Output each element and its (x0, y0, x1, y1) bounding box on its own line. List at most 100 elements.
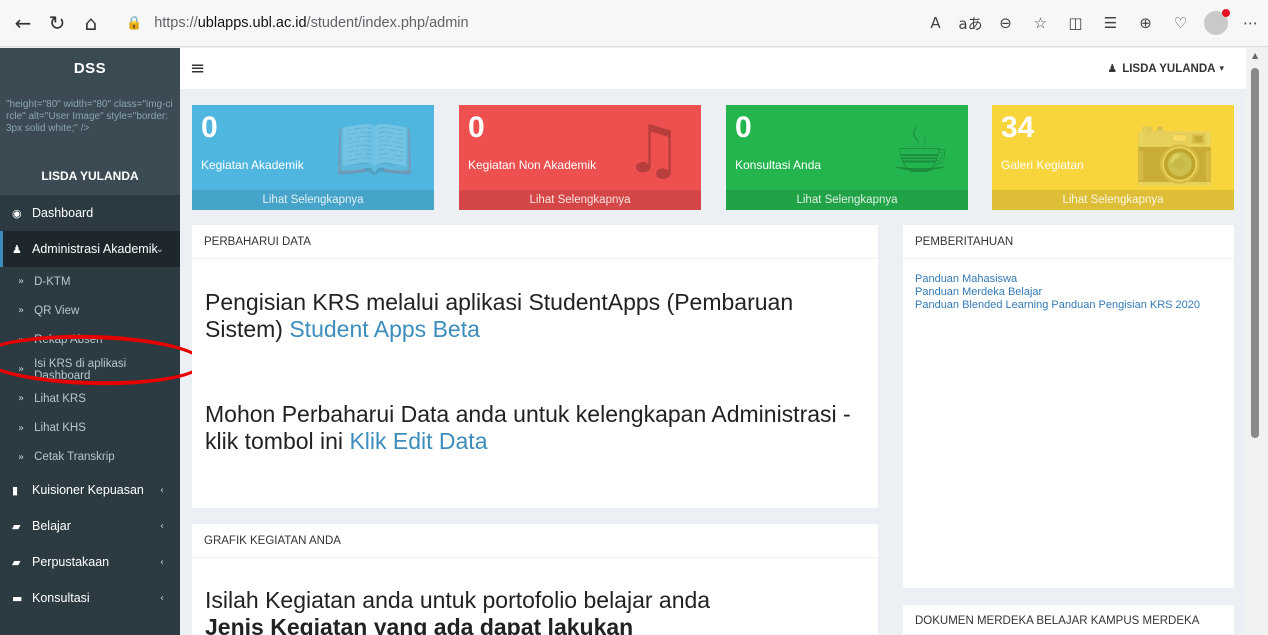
split-screen-icon[interactable]: ◫ (1058, 6, 1093, 40)
panel-perbaharui-data: PERBAHARUI DATA Pengisian KRS melalui ap… (192, 225, 878, 508)
home-icon[interactable]: ⌂ (74, 6, 108, 40)
stat-label: Kegiatan Akademik (201, 158, 304, 172)
favorite-star-icon[interactable]: ☆ (1023, 6, 1058, 40)
submenu-item-qr-view[interactable]: » QR View (0, 296, 180, 325)
user-menu-label: LISDA YULANDA (1122, 62, 1216, 75)
sidebar-item-label: Belajar (32, 519, 71, 534)
submenu-item-cetak-transkrip[interactable]: » Cetak Transkrip (0, 443, 180, 472)
stat-box-konsultasi-anda: 0 Konsultasi Anda ☕ Lihat Selengkapnya (726, 105, 968, 210)
submenu-item-lihat-krs[interactable]: » Lihat KRS (0, 384, 180, 413)
profile-avatar[interactable] (1198, 6, 1233, 40)
stat-more-link[interactable]: Lihat Selengkapnya (726, 190, 968, 210)
submenu-item-label: QR View (34, 304, 80, 317)
submenu-item-lihat-khs[interactable]: » Lihat KHS (0, 413, 180, 442)
stat-value: 34 (1001, 111, 1035, 144)
address-bar[interactable]: 🔒 https://ublapps.ubl.ac.id/student/inde… (116, 6, 916, 40)
graph-intro-text: Isilah Kegiatan anda untuk portofolio be… (205, 587, 711, 613)
read-aloud-icon[interactable]: A (918, 6, 953, 40)
panel-grafik-kegiatan: GRAFIK KEGIATAN ANDA Isilah Kegiatan and… (192, 524, 878, 635)
sidebar-item-perpustakaan[interactable]: ▰ Perpustakaan ‹ (0, 544, 180, 580)
browser-toolbar: ← ↻ ⌂ 🔒 https://ublapps.ubl.ac.id/studen… (0, 0, 1268, 47)
student-apps-beta-link[interactable]: Student Apps Beta (289, 316, 480, 342)
submenu-item-label: Lihat KHS (34, 422, 86, 435)
chevron-right-icon: » (18, 422, 25, 434)
submenu-item-label: Isi KRS di aplikasi Dashboard (34, 357, 127, 382)
panel-title: PEMBERITAHUAN (903, 225, 1234, 259)
stat-more-link[interactable]: Lihat Selengkapnya (459, 190, 701, 210)
notice-link[interactable]: Panduan Merdeka Belajar (915, 286, 1230, 299)
immersive-reader-icon[interactable]: aあ (953, 6, 988, 40)
panel-title: DOKUMEN MERDEKA BELAJAR KAMPUS MERDEKA (903, 605, 1234, 635)
stat-more-link[interactable]: Lihat Selengkapnya (192, 190, 434, 210)
user-menu[interactable]: ♟ LISDA YULANDA ▾ (1107, 62, 1224, 75)
chevron-left-icon: ‹ (160, 556, 164, 568)
panel-dokumen-merdeka: DOKUMEN MERDEKA BELAJAR KAMPUS MERDEKA (903, 605, 1234, 635)
stat-label: Kegiatan Non Akademik (468, 158, 597, 172)
stat-box-kegiatan-non-akademik: 0 Kegiatan Non Akademik ♫ Lihat Selengka… (459, 105, 701, 210)
collections-icon[interactable]: ⊕ (1128, 6, 1163, 40)
stat-value: 0 (201, 111, 218, 144)
app-logo[interactable]: DSS (0, 48, 180, 89)
sidebar-item-kuisioner-kepuasan[interactable]: ▮ Kuisioner Kepuasan ‹ (0, 472, 180, 508)
page-scrollbar[interactable]: ▲ (1246, 48, 1268, 635)
hamburger-menu-icon[interactable]: ≡ (190, 58, 205, 79)
caret-down-icon: ▾ (1219, 63, 1224, 74)
user-panel: "height="80" width="80" class="img-circl… (0, 89, 180, 195)
stat-label: Konsultasi Anda (735, 158, 822, 172)
sidebar-item-label: Konsultasi (32, 591, 90, 606)
update-data-notice: Mohon Perbaharui Data anda untuk kelengk… (205, 401, 851, 454)
chevron-left-icon: ‹ (160, 592, 164, 604)
chevron-left-icon: ‹ (160, 484, 164, 496)
book-icon: ▰ (12, 555, 21, 569)
book-icon: 📖 (333, 111, 416, 188)
notice-link[interactable]: Panduan Mahasiswa (915, 273, 1230, 286)
coffee-icon: ☕ (890, 111, 950, 188)
browser-health-icon[interactable]: ♡ (1163, 6, 1198, 40)
notice-links: Panduan Mahasiswa Panduan Merdeka Belaja… (915, 273, 1230, 312)
chevron-right-icon: » (18, 393, 25, 405)
reload-icon[interactable]: ↻ (40, 6, 74, 40)
stat-label: Galeri Kegiatan (1001, 158, 1084, 172)
sidebar-item-konsultasi[interactable]: ▬ Konsultasi ‹ (0, 580, 180, 616)
chevron-right-icon: » (18, 364, 25, 376)
sidebar-item-label: Perpustakaan (32, 555, 110, 570)
panel-title: GRAFIK KEGIATAN ANDA (192, 524, 878, 558)
dashboard-icon: ◉ (12, 206, 22, 220)
more-options-icon[interactable]: ⋯ (1233, 6, 1268, 40)
edit-data-link[interactable]: Klik Edit Data (349, 428, 487, 454)
sidebar-item-administrasi-akademik[interactable]: ♟ Administrasi Akademik ⌄ (0, 231, 180, 267)
monitor-icon: ▬ (12, 591, 23, 605)
stat-more-link[interactable]: Lihat Selengkapnya (992, 190, 1234, 210)
submenu-item-d-ktm[interactable]: » D-KTM (0, 267, 180, 296)
chevron-right-icon: » (18, 451, 25, 463)
zoom-out-icon[interactable]: ⊖ (988, 6, 1023, 40)
panel-pemberitahuan: PEMBERITAHUAN Panduan Mahasiswa Panduan … (903, 225, 1234, 588)
chevron-right-icon: » (18, 276, 25, 288)
favorites-list-icon[interactable]: ☰ (1093, 6, 1128, 40)
sidebar-item-dashboard[interactable]: ◉ Dashboard (0, 195, 180, 231)
stat-value: 0 (735, 111, 752, 144)
submenu-item-rekap-absen[interactable]: » Rekap Absen (0, 326, 180, 355)
top-header: ≡ ♟ LISDA YULANDA ▾ (180, 48, 1246, 89)
camera-icon: 📷 (1133, 111, 1216, 188)
user-icon: ♟ (1107, 62, 1118, 75)
url-text[interactable]: https://ublapps.ubl.ac.id/student/index.… (154, 15, 468, 31)
music-icon: ♫ (623, 111, 683, 188)
file-icon: ▮ (12, 483, 19, 497)
submenu-item-label: Lihat KRS (34, 392, 86, 405)
scroll-thumb[interactable] (1251, 68, 1259, 438)
chevron-right-icon: » (18, 334, 25, 346)
chevron-left-icon: ‹ (160, 520, 164, 532)
lock-icon[interactable]: 🔒 (126, 16, 142, 31)
chevron-right-icon: » (18, 305, 25, 317)
sidebar-item-label: Kuisioner Kepuasan (32, 483, 144, 498)
submenu-item-isi-krs[interactable]: » Isi KRS di aplikasi Dashboard (0, 355, 180, 384)
notice-link[interactable]: Panduan Blended Learning Panduan Pengisi… (915, 299, 1230, 312)
back-icon[interactable]: ← (6, 6, 40, 40)
submenu-item-label: Rekap Absen (34, 334, 103, 347)
broken-avatar-markup: "height="80" width="80" class="img-circl… (6, 99, 173, 134)
submenu-item-label: D-KTM (34, 275, 71, 288)
sidebar-item-belajar[interactable]: ▰ Belajar ‹ (0, 508, 180, 544)
scroll-up-icon[interactable]: ▲ (1252, 51, 1258, 60)
chevron-down-icon: ⌄ (155, 243, 164, 255)
